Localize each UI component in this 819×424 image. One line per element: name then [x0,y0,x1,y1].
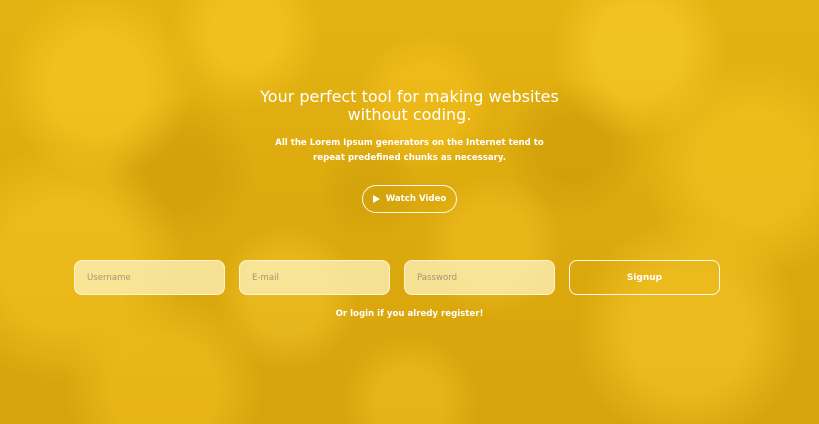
email-input[interactable] [239,260,390,295]
watch-video-button[interactable]: Watch Video [362,185,457,213]
username-input[interactable] [74,260,225,295]
hero-title: Your perfect tool for making websites wi… [260,87,559,124]
hero-subtitle: All the Lorem Ipsum generators on the In… [275,138,544,163]
watch-video-label: Watch Video [385,194,447,204]
signup-form: Signup [74,260,720,295]
hero-section: Your perfect tool for making websites wi… [0,88,819,213]
login-link[interactable]: Or login if you alredy register! [0,309,819,319]
signup-button[interactable]: Signup [569,260,720,295]
password-input[interactable] [404,260,555,295]
play-icon [372,195,380,203]
